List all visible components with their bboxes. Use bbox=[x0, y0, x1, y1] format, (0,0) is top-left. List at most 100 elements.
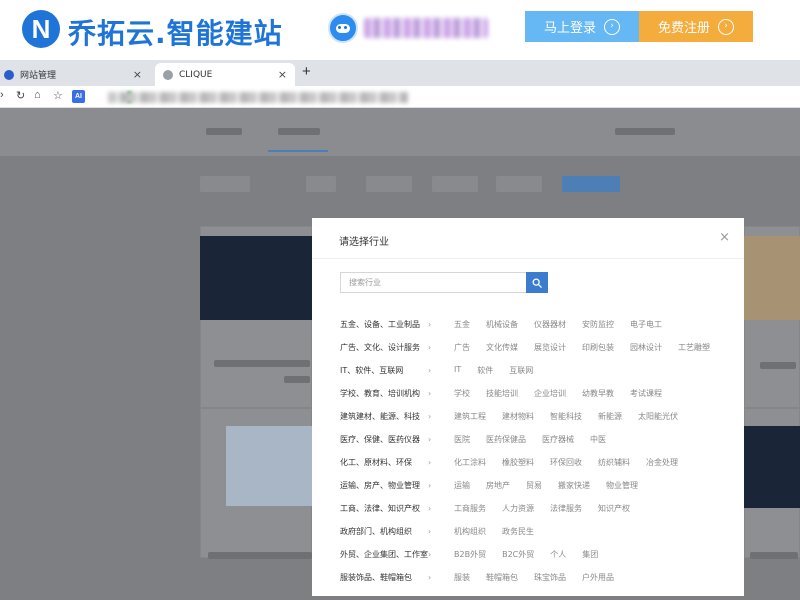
industry-category[interactable]: 建筑建材、能源、科技 › bbox=[340, 411, 454, 422]
industry-subcategory[interactable]: 中医 bbox=[590, 434, 606, 445]
industry-subcategory[interactable]: 集团 bbox=[582, 549, 598, 560]
industry-subcategory[interactable]: B2C外贸 bbox=[502, 549, 534, 560]
industry-category[interactable]: 广告、文化、设计服务 › bbox=[340, 342, 454, 353]
industry-subcategory[interactable]: 知识产权 bbox=[598, 503, 630, 514]
industry-subcategory[interactable]: 新能源 bbox=[598, 411, 622, 422]
brand-name[interactable]: 乔拓云.智能建站 bbox=[68, 12, 283, 52]
industry-category-label: 五金、设备、工业制品 bbox=[340, 320, 420, 329]
industry-category[interactable]: 化工、原材料、环保 › bbox=[340, 457, 454, 468]
industry-subcategory[interactable]: 技能培训 bbox=[486, 388, 518, 399]
industry-subcategory[interactable]: 建筑工程 bbox=[454, 411, 486, 422]
industry-subcategory[interactable]: 展览设计 bbox=[534, 342, 566, 353]
industry-subcategory[interactable]: 机械设备 bbox=[486, 319, 518, 330]
industry-subcategory[interactable]: 户外用品 bbox=[582, 572, 614, 583]
industry-subcategory[interactable]: 搬家快递 bbox=[558, 480, 590, 491]
industry-subcategory[interactable]: 鞋帽箱包 bbox=[486, 572, 518, 583]
industry-subcategory[interactable]: 幼教早教 bbox=[582, 388, 614, 399]
industry-subcategory[interactable]: B2B外贸 bbox=[454, 549, 486, 560]
industry-subcategory[interactable]: 法律服务 bbox=[550, 503, 582, 514]
industry-category[interactable]: IT、软件、互联网 › bbox=[340, 365, 454, 376]
industry-category-label: 建筑建材、能源、科技 bbox=[340, 412, 420, 421]
address-bar: › ↻ ⌂ ☆ AI bbox=[0, 86, 800, 108]
browser-tab-clique[interactable]: CLIQUE × bbox=[155, 63, 295, 86]
industry-category[interactable]: 外贸、企业集团、工作室 › bbox=[340, 549, 454, 560]
industry-subcategory[interactable]: 考试课程 bbox=[630, 388, 662, 399]
industry-subcategory[interactable]: 仪器器材 bbox=[534, 319, 566, 330]
user-avatar-icon[interactable] bbox=[328, 13, 358, 43]
industry-search-input[interactable] bbox=[340, 272, 526, 293]
star-icon[interactable]: ☆ bbox=[53, 89, 63, 102]
industry-subcategory-list: 化工涂料 橡胶塑料 环保回收 纺织辅料 冶金处理 bbox=[454, 457, 694, 468]
home-icon[interactable]: ⌂ bbox=[34, 89, 41, 101]
industry-subcategory[interactable]: 广告 bbox=[454, 342, 470, 353]
industry-subcategory[interactable]: 运输 bbox=[454, 480, 470, 491]
industry-subcategory[interactable]: 房地产 bbox=[486, 480, 510, 491]
industry-category-label: 学校、教育、培训机构 bbox=[340, 389, 420, 398]
reload-icon[interactable]: ↻ bbox=[16, 89, 25, 102]
industry-subcategory[interactable]: 太阳能光伏 bbox=[638, 411, 678, 422]
industry-row: 五金、设备、工业制品 › 五金 机械设备 仪器器材 安防监控 电子电工 bbox=[340, 313, 740, 336]
industry-subcategory[interactable]: 环保回收 bbox=[550, 457, 582, 468]
tab-close-icon[interactable]: × bbox=[133, 68, 142, 81]
industry-subcategory[interactable]: 工艺雕塑 bbox=[678, 342, 710, 353]
industry-subcategory[interactable]: 互联网 bbox=[509, 365, 533, 376]
industry-category[interactable]: 五金、设备、工业制品 › bbox=[340, 319, 454, 330]
industry-category[interactable]: 工商、法律、知识产权 › bbox=[340, 503, 454, 514]
brand-logo[interactable]: N bbox=[22, 10, 60, 48]
industry-subcategory[interactable]: 机构组织 bbox=[454, 526, 486, 537]
industry-subcategory[interactable]: 五金 bbox=[454, 319, 470, 330]
industry-category[interactable]: 运输、房产、物业管理 › bbox=[340, 480, 454, 491]
industry-subcategory[interactable]: 医疗器械 bbox=[542, 434, 574, 445]
industry-category[interactable]: 医疗、保健、医药仪器 › bbox=[340, 434, 454, 445]
ai-extension-icon[interactable]: AI bbox=[72, 90, 85, 103]
industry-subcategory[interactable]: 软件 bbox=[477, 365, 493, 376]
industry-select-modal: 请选择行业 × 五金、设备、工业制品 › 五金 机械设备 仪器器材 安防监控 电子电工广告、… bbox=[312, 218, 744, 596]
industry-subcategory[interactable]: 化工涂料 bbox=[454, 457, 486, 468]
browser-tab-site-admin[interactable]: 网站管理 × bbox=[0, 63, 150, 86]
chevron-right-icon: › bbox=[428, 458, 432, 467]
industry-subcategory[interactable]: 建材物料 bbox=[502, 411, 534, 422]
backdrop-text bbox=[750, 552, 798, 559]
industry-subcategory[interactable]: 橡胶塑料 bbox=[502, 457, 534, 468]
industry-subcategory[interactable]: 安防监控 bbox=[582, 319, 614, 330]
industry-category-label: 医疗、保健、医药仪器 bbox=[340, 435, 420, 444]
industry-subcategory[interactable]: 人力资源 bbox=[502, 503, 534, 514]
industry-category[interactable]: 政府部门、机构组织 › bbox=[340, 526, 454, 537]
forward-icon[interactable]: › bbox=[0, 89, 4, 101]
industry-subcategory[interactable]: 企业培训 bbox=[534, 388, 566, 399]
industry-subcategory[interactable]: 珠宝饰品 bbox=[534, 572, 566, 583]
industry-category-label: 运输、房产、物业管理 bbox=[340, 481, 420, 490]
industry-subcategory[interactable]: 物业管理 bbox=[606, 480, 638, 491]
industry-subcategory[interactable]: 纺织辅料 bbox=[598, 457, 630, 468]
industry-subcategory[interactable]: 工商服务 bbox=[454, 503, 486, 514]
chevron-right-icon: › bbox=[428, 481, 432, 490]
industry-subcategory[interactable]: 个人 bbox=[550, 549, 566, 560]
industry-subcategory[interactable]: 政务民生 bbox=[502, 526, 534, 537]
industry-subcategory[interactable]: 冶金处理 bbox=[646, 457, 678, 468]
industry-subcategory[interactable]: 医院 bbox=[454, 434, 470, 445]
industry-subcategory[interactable]: 印刷包装 bbox=[582, 342, 614, 353]
url-input[interactable] bbox=[108, 92, 408, 103]
industry-category[interactable]: 学校、教育、培训机构 › bbox=[340, 388, 454, 399]
industry-subcategory[interactable]: 电子电工 bbox=[630, 319, 662, 330]
tab-close-icon[interactable]: × bbox=[278, 68, 287, 81]
industry-subcategory[interactable]: IT bbox=[454, 365, 461, 376]
close-icon[interactable]: × bbox=[719, 230, 730, 245]
industry-subcategory[interactable]: 园林设计 bbox=[630, 342, 662, 353]
search-button[interactable] bbox=[526, 272, 548, 293]
industry-subcategory[interactable]: 学校 bbox=[454, 388, 470, 399]
login-button[interactable]: 马上登录 › bbox=[525, 11, 639, 42]
industry-subcategory[interactable]: 医药保健品 bbox=[486, 434, 526, 445]
industry-subcategory[interactable]: 贸易 bbox=[526, 480, 542, 491]
industry-subcategory-list: 运输 房地产 贸易 搬家快递 物业管理 bbox=[454, 480, 654, 491]
industry-subcategory[interactable]: 服装 bbox=[454, 572, 470, 583]
backdrop-text bbox=[615, 128, 675, 135]
backdrop-image bbox=[226, 426, 312, 506]
industry-subcategory[interactable]: 智能科技 bbox=[550, 411, 582, 422]
register-button[interactable]: 免费注册 › bbox=[639, 11, 753, 42]
new-tab-button[interactable]: + bbox=[302, 63, 311, 80]
industry-subcategory-list: IT 软件 互联网 bbox=[454, 365, 549, 376]
industry-row: 服装饰品、鞋帽箱包 › 服装 鞋帽箱包 珠宝饰品 户外用品 bbox=[340, 566, 740, 589]
industry-category[interactable]: 服装饰品、鞋帽箱包 › bbox=[340, 572, 454, 583]
industry-subcategory[interactable]: 文化传媒 bbox=[486, 342, 518, 353]
